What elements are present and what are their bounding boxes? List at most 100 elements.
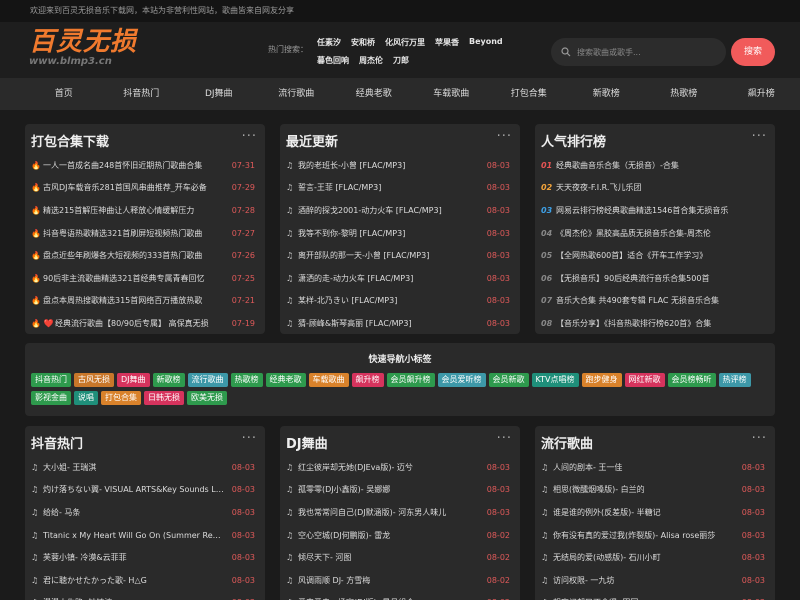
- nav-item[interactable]: 车载歌曲: [413, 78, 491, 110]
- quick-tag[interactable]: 会员爱听榜: [437, 373, 486, 387]
- list-item[interactable]: ♫ 风调雨顺 DJ- 方雪梅 08-02: [286, 569, 510, 592]
- nav-item[interactable]: 热歌榜: [645, 78, 723, 110]
- quick-tag[interactable]: 欧美无损: [187, 391, 227, 405]
- quick-tag[interactable]: 车载歌曲: [308, 373, 349, 387]
- quick-tag[interactable]: 抖音热门: [31, 373, 71, 387]
- hot-search-link[interactable]: 周杰伦: [359, 55, 383, 66]
- list-item[interactable]: ♫ 谁是谁的例外(反差版)- 半糖记 08-03: [541, 501, 765, 524]
- nav-item[interactable]: 新歌榜: [568, 78, 646, 110]
- item-title[interactable]: 孤零零(DJ小鑫版)- 吴娜娜: [298, 484, 487, 495]
- list-item[interactable]: ♫ 酒醉的探戈2001-动力火车 [FLAC/MP3] 08-03: [286, 199, 510, 222]
- item-title[interactable]: 抖音粤语热歌精选321首刷屏短视频热门歌曲: [43, 228, 232, 239]
- item-title[interactable]: 空心空城(DJ何鹏版)- 雷龙: [298, 530, 487, 541]
- list-item[interactable]: ♫ 猜-顾峰&斯琴高丽 [FLAC/MP3] 08-03: [286, 312, 510, 335]
- quick-tag[interactable]: 流行歌曲: [187, 373, 228, 387]
- item-title[interactable]: 盘点本周热搜歌精选315首网络百万播放热歌: [43, 295, 232, 306]
- quick-tag[interactable]: 会员飙升榜: [386, 373, 435, 387]
- item-title[interactable]: 经典流行歌曲【80/90后专属】 高保真无损: [55, 318, 232, 329]
- nav-item[interactable]: 抖音热门: [103, 78, 181, 110]
- item-title[interactable]: 倾尽天下- 河图: [298, 552, 487, 563]
- list-item[interactable]: ♫ 誓言-王菲 [FLAC/MP3] 08-03: [286, 177, 510, 200]
- list-item[interactable]: 🔥 ❤️ 经典流行歌曲【80/90后专属】 高保真无损 07-19: [31, 312, 255, 335]
- list-item[interactable]: ♫爱来爱去一场空(DJ版)- 星月组合08-02: [286, 592, 510, 600]
- list-item[interactable]: 🔥 一人一首成名曲248首怀旧近期热门歌曲合集 07-31: [31, 154, 255, 177]
- more-button[interactable]: ···: [242, 129, 257, 144]
- item-title[interactable]: 谁是谁的例外(反差版)- 半糖记: [553, 507, 742, 518]
- more-button[interactable]: ···: [242, 431, 257, 446]
- item-title[interactable]: 某样-北乃きい [FLAC/MP3]: [298, 295, 487, 306]
- list-item[interactable]: ♫ 你有没有真的爱过我(炸裂版)- Alisa rose丽莎 08-03: [541, 524, 765, 547]
- list-item[interactable]: ♫ 大小姐- 王瑞淇 08-03: [31, 456, 255, 479]
- item-title[interactable]: 你有没有真的爱过我(炸裂版)- Alisa rose丽莎: [553, 530, 742, 541]
- item-title[interactable]: 猜-顾峰&斯琴高丽 [FLAC/MP3]: [298, 318, 487, 329]
- list-item[interactable]: 🔥 90后非主流歌曲精选321首经典专属青春回忆 07-25: [31, 267, 255, 290]
- quick-tag[interactable]: 热歌榜: [230, 373, 263, 387]
- search-button[interactable]: 搜索: [731, 38, 775, 66]
- search-input[interactable]: [577, 47, 717, 57]
- quick-tag[interactable]: 新歌榜: [152, 373, 185, 387]
- hot-search-link[interactable]: 暮色回响: [317, 55, 349, 66]
- list-item[interactable]: ♫ 空心空城(DJ何鹏版)- 雷龙 08-02: [286, 524, 510, 547]
- item-title[interactable]: 风调雨顺 DJ- 方雪梅: [298, 575, 487, 586]
- list-item[interactable]: ♫ 红尘彼岸却无她(DJEva版)- 迈兮 08-03: [286, 456, 510, 479]
- item-title[interactable]: 网易云排行榜经典歌曲精选1546首合集无损音乐: [556, 205, 765, 216]
- quick-tag[interactable]: 影视金曲: [31, 391, 71, 405]
- rank-item[interactable]: 07 音乐大合集 共490套专辑 FLAC 无损音乐合集: [541, 290, 765, 313]
- item-title[interactable]: 给给- 马条: [43, 507, 232, 518]
- rank-item[interactable]: 01 经典歌曲音乐合集（无损音）-合集: [541, 154, 765, 177]
- quick-tag[interactable]: 热评榜: [718, 373, 751, 387]
- item-title[interactable]: 【全网热歌600首】适合《开车工作学习》: [556, 250, 765, 261]
- item-title[interactable]: 潇洒的走-动力火车 [FLAC/MP3]: [298, 273, 487, 284]
- list-item[interactable]: ♫ Titanic x My Heart Will Go On (Summer R…: [31, 524, 255, 547]
- list-item[interactable]: ♫ 相思(微醺烟嗓版)- 白兰的 08-03: [541, 479, 765, 502]
- item-title[interactable]: 天天夜夜-F.I.R.飞儿乐团: [556, 182, 765, 193]
- quick-tag[interactable]: 古风无损: [74, 373, 114, 387]
- more-button[interactable]: ···: [497, 129, 512, 144]
- nav-item[interactable]: DJ舞曲: [180, 78, 258, 110]
- item-title[interactable]: 君に聴かせたかった歌- H△G: [43, 575, 232, 586]
- quick-tag[interactable]: 日韩无损: [144, 391, 184, 405]
- list-item[interactable]: ♫ 芙蓉小镇- 冷漠&云菲菲 08-03: [31, 546, 255, 569]
- more-button[interactable]: ···: [752, 129, 767, 144]
- quick-tag[interactable]: 飙升榜: [351, 373, 384, 387]
- rank-item[interactable]: 08 【音乐分享】《抖音热歌排行榜620首》合集: [541, 312, 765, 335]
- quick-tag[interactable]: KTV点唱榜: [531, 373, 579, 387]
- item-title[interactable]: 音乐大合集 共490套专辑 FLAC 无损音乐合集: [556, 295, 765, 306]
- nav-item[interactable]: 首页: [25, 78, 103, 110]
- list-item[interactable]: ♫ 给给- 马条 08-03: [31, 501, 255, 524]
- more-button[interactable]: ···: [497, 431, 512, 446]
- item-title[interactable]: 我的老班长-小曾 [FLAC/MP3]: [298, 160, 487, 171]
- quick-tag[interactable]: 会员榜畅听: [667, 373, 716, 387]
- item-title[interactable]: 相思(微醺烟嗓版)- 白兰的: [553, 484, 742, 495]
- nav-item[interactable]: 飙升榜: [723, 78, 800, 110]
- nav-item[interactable]: 打包合集: [490, 78, 568, 110]
- hot-search-link[interactable]: 任素汐: [317, 37, 341, 48]
- quick-tag[interactable]: 经典老歌: [265, 373, 306, 387]
- list-item[interactable]: ♫ 倾尽天下- 河图 08-02: [286, 546, 510, 569]
- quick-tag[interactable]: 网红新歌: [624, 373, 665, 387]
- item-title[interactable]: 人间的剧本- 王一佳: [553, 462, 742, 473]
- list-item[interactable]: 🔥 抖音粤语热歌精选321首刷屏短视频热门歌曲 07-27: [31, 222, 255, 245]
- item-title[interactable]: 灼け落ちない翼- VISUAL ARTS&Key Sounds Label: [43, 484, 232, 495]
- rank-item[interactable]: 06 【无损音乐】90后经典流行音乐合集500首: [541, 267, 765, 290]
- item-title[interactable]: 一人一首成名曲248首怀旧近期热门歌曲合集: [43, 160, 232, 171]
- list-item[interactable]: ♫ 某样-北乃きい [FLAC/MP3] 08-03: [286, 290, 510, 313]
- item-title[interactable]: 【无损音乐】90后经典流行音乐合集500首: [556, 273, 765, 284]
- quick-tag[interactable]: 说唱: [74, 391, 98, 405]
- list-item[interactable]: ♫ 灼け落ちない翼- VISUAL ARTS&Key Sounds Label 08…: [31, 479, 255, 502]
- list-item[interactable]: ♫ 孤零零(DJ小鑫版)- 吴娜娜 08-03: [286, 479, 510, 502]
- item-title[interactable]: 精选215首解压神曲让人释放心情缓解压力: [43, 205, 232, 216]
- list-item[interactable]: 🔥 盘点本周热搜歌精选315首网络百万播放热歌 07-21: [31, 290, 255, 313]
- rank-item[interactable]: 03 网易云排行榜经典歌曲精选1546首合集无损音乐: [541, 199, 765, 222]
- nav-item[interactable]: 流行歌曲: [258, 78, 336, 110]
- list-item[interactable]: 🔥 精选215首解压神曲让人释放心情缓解压力 07-28: [31, 199, 255, 222]
- item-title[interactable]: 90后非主流歌曲精选321首经典专属青春回忆: [43, 273, 232, 284]
- list-item[interactable]: ♫ 潇洒的走-动力火车 [FLAC/MP3] 08-03: [286, 267, 510, 290]
- item-title[interactable]: 大小姐- 王瑞淇: [43, 462, 232, 473]
- item-title[interactable]: 盘点近些年刷爆各大短视频的333首热门歌曲: [43, 250, 232, 261]
- item-title[interactable]: 红尘彼岸却无她(DJEva版)- 迈兮: [298, 462, 487, 473]
- hot-search-link[interactable]: 化风行万里: [385, 37, 425, 48]
- quick-tag[interactable]: 打包合集: [101, 391, 141, 405]
- list-item[interactable]: 🔥 盘点近些年刷爆各大短视频的333首热门歌曲 07-26: [31, 244, 255, 267]
- list-item[interactable]: ♫ 无结局的爱(动感版)- 石川小町 08-03: [541, 546, 765, 569]
